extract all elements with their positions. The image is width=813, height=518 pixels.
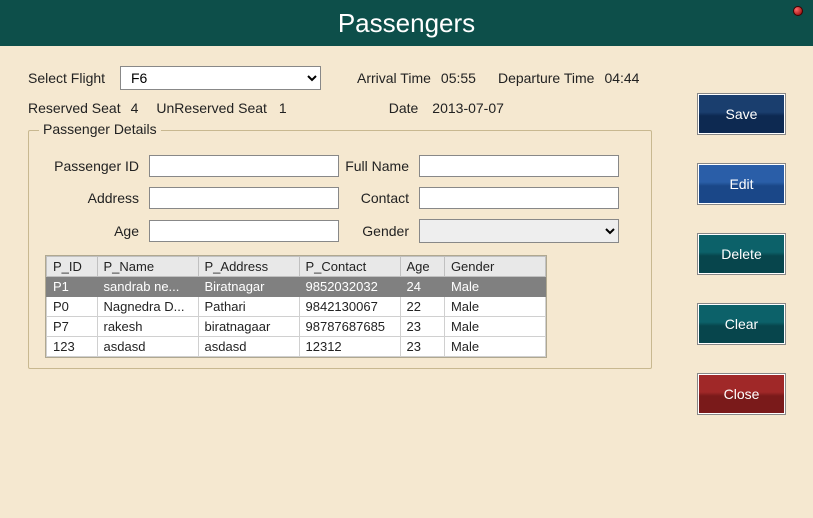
col-age[interactable]: Age	[400, 257, 444, 277]
cell-contact: 12312	[299, 337, 400, 357]
table-row[interactable]: P1sandrab ne...Biratnagar985203203224Mal…	[47, 277, 546, 297]
arrival-departure-block: Arrival Time 05:55 Departure Time 04:44	[357, 70, 639, 86]
gender-select[interactable]	[419, 219, 619, 243]
cell-contact: 98787687685	[299, 317, 400, 337]
close-button[interactable]: Close	[698, 374, 785, 414]
cell-gender: Male	[444, 297, 545, 317]
departure-time-label: Departure Time	[498, 70, 594, 86]
table-row[interactable]: 123asdasdasdasd1231223Male	[47, 337, 546, 357]
cell-addr: Biratnagar	[198, 277, 299, 297]
arrival-time-value: 05:55	[441, 70, 476, 86]
flight-select[interactable]: F6	[120, 66, 321, 90]
address-input[interactable]	[149, 187, 339, 209]
cell-pid: P1	[47, 277, 98, 297]
cell-pid: P7	[47, 317, 98, 337]
cell-contact: 9852032032	[299, 277, 400, 297]
passenger-form: Passenger ID Full Name Address Contact A…	[45, 155, 635, 243]
passenger-id-label: Passenger ID	[54, 158, 149, 174]
cell-gender: Male	[444, 337, 545, 357]
select-flight-label: Select Flight	[28, 70, 120, 86]
cell-pid: 123	[47, 337, 98, 357]
cell-addr: biratnagaar	[198, 317, 299, 337]
address-label: Address	[88, 190, 149, 206]
unreserved-seat-label: UnReserved Seat	[156, 100, 267, 116]
table-row[interactable]: P0Nagnedra D...Pathari984213006722Male	[47, 297, 546, 317]
age-input[interactable]	[149, 220, 339, 242]
cell-addr: asdasd	[198, 337, 299, 357]
cell-age: 23	[400, 317, 444, 337]
cell-name: sandrab ne...	[97, 277, 198, 297]
passenger-details-fieldset: Passenger Details Passenger ID Full Name…	[28, 130, 652, 369]
gender-label: Gender	[362, 223, 419, 239]
cell-name: asdasd	[97, 337, 198, 357]
reserved-seat-value: 4	[131, 100, 139, 116]
passenger-details-legend: Passenger Details	[39, 121, 161, 137]
date-label: Date	[389, 100, 419, 116]
contact-input[interactable]	[419, 187, 619, 209]
content-area: Select Flight F6 Arrival Time 05:55 Depa…	[0, 46, 813, 518]
col-contact[interactable]: P_Contact	[299, 257, 400, 277]
col-addr[interactable]: P_Address	[198, 257, 299, 277]
page-title: Passengers	[338, 8, 475, 39]
header-bar: Passengers	[0, 0, 813, 46]
fullname-input[interactable]	[419, 155, 619, 177]
edit-button[interactable]: Edit	[698, 164, 785, 204]
unreserved-seat-value: 1	[279, 100, 287, 116]
clear-button[interactable]: Clear	[698, 304, 785, 344]
cell-name: Nagnedra D...	[97, 297, 198, 317]
cell-contact: 9842130067	[299, 297, 400, 317]
contact-label: Contact	[361, 190, 419, 206]
cell-gender: Male	[444, 317, 545, 337]
table-row[interactable]: P7rakeshbiratnagaar9878768768523Male	[47, 317, 546, 337]
col-gender[interactable]: Gender	[444, 257, 545, 277]
table-header-row: P_ID P_Name P_Address P_Contact Age Gend…	[47, 257, 546, 277]
cell-name: rakesh	[97, 317, 198, 337]
cell-addr: Pathari	[198, 297, 299, 317]
save-button[interactable]: Save	[698, 94, 785, 134]
reserved-seat-label: Reserved Seat	[28, 100, 121, 116]
cell-gender: Male	[444, 277, 545, 297]
flight-row: Select Flight F6 Arrival Time 05:55 Depa…	[28, 66, 785, 90]
delete-button[interactable]: Delete	[698, 234, 785, 274]
departure-time-value: 04:44	[604, 70, 639, 86]
arrival-time-label: Arrival Time	[357, 70, 431, 86]
record-indicator-icon	[793, 6, 803, 16]
seat-date-row: Reserved Seat 4 UnReserved Seat 1 Date 2…	[28, 100, 785, 116]
date-value: 2013-07-07	[432, 100, 504, 116]
passenger-id-input[interactable]	[149, 155, 339, 177]
cell-age: 22	[400, 297, 444, 317]
cell-age: 23	[400, 337, 444, 357]
age-label: Age	[114, 223, 149, 239]
cell-age: 24	[400, 277, 444, 297]
passenger-table: P_ID P_Name P_Address P_Contact Age Gend…	[45, 255, 547, 358]
col-pid[interactable]: P_ID	[47, 257, 98, 277]
action-button-column: Save Edit Delete Clear Close	[698, 94, 785, 414]
col-name[interactable]: P_Name	[97, 257, 198, 277]
cell-pid: P0	[47, 297, 98, 317]
fullname-label: Full Name	[345, 158, 419, 174]
